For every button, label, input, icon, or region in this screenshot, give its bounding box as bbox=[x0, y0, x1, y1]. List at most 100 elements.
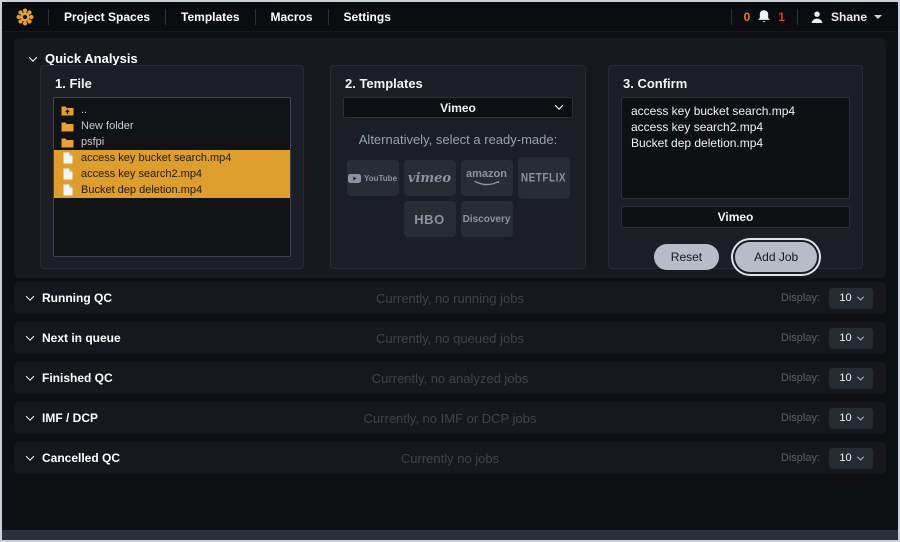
file-browser-item[interactable]: New folder bbox=[54, 118, 290, 134]
section-title: Finished QC bbox=[42, 371, 113, 385]
brand-label: amazon bbox=[466, 169, 507, 180]
section-display-controls: Display: 10 bbox=[781, 448, 873, 469]
gear-logo-icon bbox=[16, 8, 34, 26]
display-label: Display: bbox=[781, 292, 820, 304]
section-header[interactable]: Next in queue bbox=[27, 331, 121, 345]
chevron-down-icon bbox=[857, 413, 864, 420]
nav-item-macros[interactable]: Macros bbox=[256, 2, 328, 32]
file-panel-title: 1. File bbox=[53, 74, 291, 97]
brand-button-discovery[interactable]: Discovery bbox=[461, 201, 513, 237]
template-select[interactable]: Vimeo bbox=[343, 97, 573, 118]
file-browser-item[interactable]: Bucket dep deletion.mp4 bbox=[54, 182, 290, 198]
notification-area[interactable]: 0 1 bbox=[732, 9, 797, 24]
confirm-actions: Reset Add Job bbox=[621, 242, 850, 272]
brand-label: vimeo bbox=[408, 171, 451, 186]
user-name: Shane bbox=[831, 10, 867, 24]
display-count-value: 10 bbox=[839, 372, 851, 384]
display-count-select[interactable]: 10 bbox=[829, 288, 873, 309]
chevron-down-icon bbox=[857, 333, 864, 340]
display-count-select[interactable]: 10 bbox=[829, 328, 873, 349]
add-job-button[interactable]: Add Job bbox=[735, 242, 817, 272]
chevron-down-icon bbox=[857, 373, 864, 380]
section-title: Cancelled QC bbox=[42, 451, 120, 465]
display-label: Display: bbox=[781, 372, 820, 384]
file-item-label: access key search2.mp4 bbox=[81, 168, 202, 180]
job-section-row[interactable]: Currently, no queued jobs Next in queue … bbox=[14, 322, 886, 354]
file-browser-item[interactable]: access key bucket search.mp4 bbox=[54, 150, 290, 166]
bell-icon[interactable] bbox=[757, 9, 771, 24]
chevron-down-icon bbox=[29, 53, 37, 61]
section-header[interactable]: Finished QC bbox=[27, 371, 113, 385]
amazon-smile-icon bbox=[473, 180, 501, 187]
job-section-row[interactable]: Currently no jobs Cancelled QC Display: … bbox=[14, 442, 886, 474]
section-empty-text: Currently, no running jobs bbox=[14, 291, 886, 306]
file-icon bbox=[61, 184, 74, 196]
section-header[interactable]: Running QC bbox=[27, 291, 112, 305]
folder-icon bbox=[61, 136, 74, 148]
section-display-controls: Display: 10 bbox=[781, 328, 873, 349]
file-panel: 1. File .. bbox=[40, 65, 304, 269]
chevron-down-icon bbox=[857, 293, 864, 300]
display-count-select[interactable]: 10 bbox=[829, 368, 873, 389]
quick-analysis-panel: Quick Analysis 1. File .. bbox=[14, 38, 886, 278]
brand-button-youtube[interactable]: YouTube bbox=[347, 160, 399, 196]
file-browser-item[interactable]: psfpi bbox=[54, 134, 290, 150]
folder-icon bbox=[61, 120, 74, 132]
section-header[interactable]: IMF / DCP bbox=[27, 411, 98, 425]
brand-button-amazon[interactable]: amazon bbox=[461, 160, 513, 196]
job-section-row[interactable]: Currently, no IMF or DCP jobs IMF / DCP … bbox=[14, 402, 886, 434]
brand-button-hbo[interactable]: HBO bbox=[404, 201, 456, 237]
brand-label: HBO bbox=[414, 212, 444, 227]
chevron-down-icon bbox=[26, 372, 34, 380]
file-browser-item[interactable]: access key search2.mp4 bbox=[54, 166, 290, 182]
chevron-down-icon bbox=[26, 332, 34, 340]
user-menu[interactable]: Shane bbox=[798, 10, 898, 24]
file-item-label: Bucket dep deletion.mp4 bbox=[81, 184, 202, 196]
display-label: Display: bbox=[781, 332, 820, 344]
nav-item-settings[interactable]: Settings bbox=[329, 2, 406, 32]
section-empty-text: Currently no jobs bbox=[14, 451, 886, 466]
app-logo[interactable] bbox=[2, 8, 48, 26]
display-count-select[interactable]: 10 bbox=[829, 448, 873, 469]
chevron-down-icon bbox=[26, 412, 34, 420]
reset-button[interactable]: Reset bbox=[654, 244, 719, 270]
file-item-label: .. bbox=[81, 104, 87, 116]
top-navigation: Project Spaces Templates Macros Settings… bbox=[2, 2, 898, 32]
templates-panel-title: 2. Templates bbox=[343, 74, 573, 97]
section-header[interactable]: Cancelled QC bbox=[27, 451, 120, 465]
file-browser[interactable]: .. New folder bbox=[53, 97, 291, 257]
ready-made-label: Alternatively, select a ready-made: bbox=[343, 132, 573, 147]
confirm-file-name: Bucket dep deletion.mp4 bbox=[631, 135, 840, 151]
confirm-file-list: access key bucket search.mp4access key s… bbox=[621, 97, 850, 199]
file-item-label: psfpi bbox=[81, 136, 104, 148]
section-empty-text: Currently, no IMF or DCP jobs bbox=[14, 411, 886, 426]
brand-button-vimeo[interactable]: vimeo bbox=[404, 160, 456, 196]
section-title: IMF / DCP bbox=[42, 411, 98, 425]
display-label: Display: bbox=[781, 412, 820, 424]
chevron-down-icon bbox=[26, 292, 34, 300]
footer-bar bbox=[2, 530, 898, 540]
folder-up-icon bbox=[61, 104, 74, 116]
brand-label: YouTube bbox=[364, 174, 397, 183]
templates-panel: 2. Templates Vimeo Alternatively, select… bbox=[330, 65, 586, 269]
chevron-down-icon bbox=[857, 453, 864, 460]
job-sections: Currently, no running jobs Running QC Di… bbox=[14, 282, 886, 474]
section-display-controls: Display: 10 bbox=[781, 408, 873, 429]
display-count-select[interactable]: 10 bbox=[829, 408, 873, 429]
brand-button-netflix[interactable]: NETFLIX bbox=[518, 157, 570, 198]
notification-count-left: 0 bbox=[744, 10, 751, 24]
brand-buttons: YouTube vimeo amazon NETFLIX bbox=[343, 160, 573, 237]
youtube-icon bbox=[348, 174, 361, 183]
brand-label: Discovery bbox=[463, 214, 511, 225]
quick-analysis-title: Quick Analysis bbox=[45, 51, 138, 66]
nav-item-project-spaces[interactable]: Project Spaces bbox=[49, 2, 165, 32]
confirm-file-name: access key search2.mp4 bbox=[631, 119, 840, 135]
file-browser-item[interactable]: .. bbox=[54, 102, 290, 118]
section-display-controls: Display: 10 bbox=[781, 368, 873, 389]
display-label: Display: bbox=[781, 452, 820, 464]
quick-analysis-header[interactable]: Quick Analysis bbox=[14, 38, 886, 66]
section-display-controls: Display: 10 bbox=[781, 288, 873, 309]
nav-item-templates[interactable]: Templates bbox=[166, 2, 254, 32]
job-section-row[interactable]: Currently, no analyzed jobs Finished QC … bbox=[14, 362, 886, 394]
job-section-row[interactable]: Currently, no running jobs Running QC Di… bbox=[14, 282, 886, 314]
